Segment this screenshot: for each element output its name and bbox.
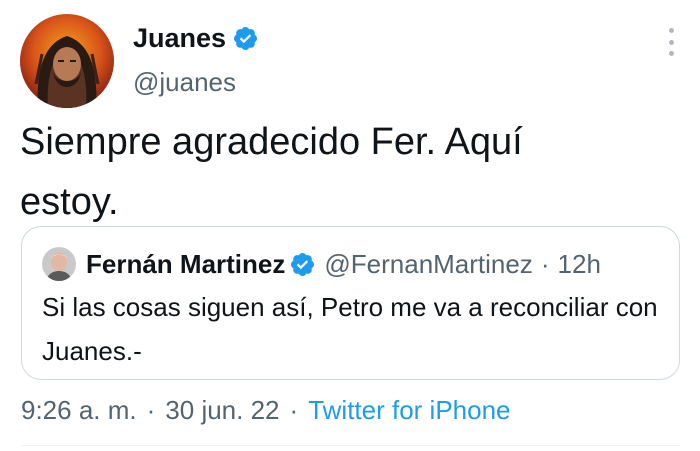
author-avatar-image — [20, 14, 114, 108]
more-dot — [668, 51, 674, 56]
quoted-author-display-name[interactable]: Fernán Martinez — [86, 249, 285, 279]
tweet-card: Juanes @juanes Siempre agradecido Fer. A… — [0, 0, 700, 451]
author-handle[interactable]: @juanes — [133, 66, 236, 98]
more-dot — [668, 39, 674, 45]
divider — [21, 445, 680, 446]
quoted-tweet-text: Si las cosas siguen así, Petro me va a r… — [42, 292, 658, 366]
tweet-time[interactable]: 9:26 a. m. — [21, 394, 137, 426]
author-name-row: Juanes — [133, 22, 259, 54]
quoted-tweet[interactable]: Fernán Martinez @FernanMartinez · 12h Si… — [21, 226, 680, 380]
quoted-author-handle[interactable]: @FernanMartinez — [324, 249, 532, 279]
quoted-separator: · — [540, 249, 550, 279]
tweet-source-link[interactable]: Twitter for iPhone — [308, 394, 510, 426]
tweet-meta: 9:26 a. m. · 30 jun. 22 · Twitter for iP… — [21, 394, 511, 426]
quoted-author-avatar-image — [42, 247, 76, 281]
meta-separator: · — [146, 395, 156, 425]
meta-separator: · — [289, 395, 299, 425]
author-avatar[interactable] — [20, 14, 114, 108]
author-display-name[interactable]: Juanes — [133, 22, 226, 54]
quoted-tweet-header: Fernán Martinez @FernanMartinez · 12h — [42, 247, 601, 281]
more-options-icon[interactable] — [664, 28, 678, 56]
verified-badge-icon — [289, 251, 316, 278]
tweet-date[interactable]: 30 jun. 22 — [165, 394, 279, 426]
more-dot — [668, 28, 674, 33]
verified-badge-icon — [232, 25, 259, 52]
quoted-timestamp[interactable]: 12h — [558, 249, 601, 279]
quoted-author-avatar[interactable] — [42, 247, 76, 281]
tweet-text: Siempre agradecido Fer. Aquí estoy. — [20, 121, 523, 223]
